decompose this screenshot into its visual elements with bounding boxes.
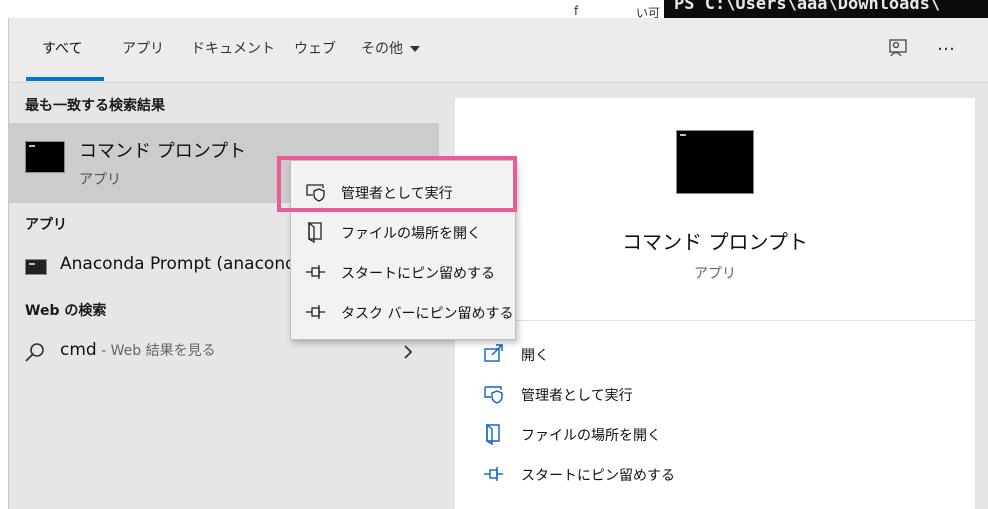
context-pin-to-taskbar-label: タスク バーにピン留めする xyxy=(341,306,514,322)
web-search-heading: Web の検索 xyxy=(25,303,107,319)
run-as-admin-label: 管理者として実行 xyxy=(521,388,633,404)
search-icon xyxy=(25,343,44,362)
terminal-text: PS C:\Users\aaa\Downloads\ xyxy=(674,0,941,14)
web-query-suffix: - Web 結果を見る xyxy=(96,343,216,359)
chevron-down-icon xyxy=(410,46,420,52)
pin-icon xyxy=(484,467,503,481)
file-location-icon xyxy=(308,221,322,243)
apps-heading: アプリ xyxy=(25,217,67,233)
open-icon xyxy=(484,344,503,362)
open-file-location-action[interactable]: ファイルの場所を開く xyxy=(483,421,783,449)
file-location-icon xyxy=(486,423,500,445)
context-open-file-location-label: ファイルの場所を開く xyxy=(341,226,481,242)
best-match-heading: 最も一致する検索結果 xyxy=(25,98,165,114)
pin-icon xyxy=(306,305,325,319)
background-fragment: f xyxy=(574,4,579,18)
context-pin-to-start[interactable]: スタートにピン留めする xyxy=(291,252,515,292)
command-prompt-icon xyxy=(25,141,65,173)
run-as-admin-action[interactable]: 管理者として実行 xyxy=(483,381,783,409)
web-query: cmd - Web 結果を見る xyxy=(60,340,216,360)
shield-icon xyxy=(484,386,503,404)
pin-icon xyxy=(306,265,325,279)
open-file-location-label: ファイルの場所を開く xyxy=(521,428,661,444)
open-action[interactable]: 開く xyxy=(483,341,783,369)
web-query-text: cmd xyxy=(60,340,97,360)
pin-to-start-label: スタートにピン留めする xyxy=(521,468,675,484)
context-open-file-location[interactable]: ファイルの場所を開く xyxy=(291,212,515,252)
highlight-box xyxy=(277,156,517,212)
anaconda-prompt-icon xyxy=(25,259,47,275)
context-pin-to-start-label: スタートにピン留めする xyxy=(341,266,495,282)
chevron-right-icon[interactable] xyxy=(402,344,414,360)
pin-to-start-action[interactable]: スタートにピン留めする xyxy=(483,461,783,489)
tab-more-label: その他 xyxy=(361,41,403,57)
desktop-background-left xyxy=(0,0,8,509)
preview-pane: コマンド プロンプト アプリ 開く 管理者として実行 ファイルの場所を開く スタ… xyxy=(455,98,975,509)
divider xyxy=(455,320,975,321)
tab-apps[interactable]: アプリ xyxy=(122,38,164,58)
tab-all[interactable]: すべて xyxy=(42,38,82,58)
open-action-label: 開く xyxy=(521,348,549,364)
tab-documents[interactable]: ドキュメント xyxy=(191,38,275,58)
more-options-icon[interactable]: … xyxy=(937,34,956,55)
active-tab-indicator xyxy=(26,77,104,81)
tab-more[interactable]: その他 xyxy=(361,38,420,58)
best-match-type: アプリ xyxy=(79,172,121,188)
tab-web[interactable]: ウェブ xyxy=(294,38,336,58)
context-pin-to-taskbar[interactable]: タスク バーにピン留めする xyxy=(291,292,515,332)
preview-app-type: アプリ xyxy=(694,266,736,282)
search-tab-bar: すべて アプリ ドキュメント ウェブ その他 … xyxy=(9,18,988,83)
feedback-icon[interactable] xyxy=(885,36,911,62)
best-match-name: コマンド プロンプト xyxy=(79,141,247,162)
command-prompt-large-icon xyxy=(676,130,754,194)
preview-app-name: コマンド プロンプト xyxy=(622,230,808,254)
app-name: Anaconda Prompt (anacond xyxy=(60,254,296,274)
